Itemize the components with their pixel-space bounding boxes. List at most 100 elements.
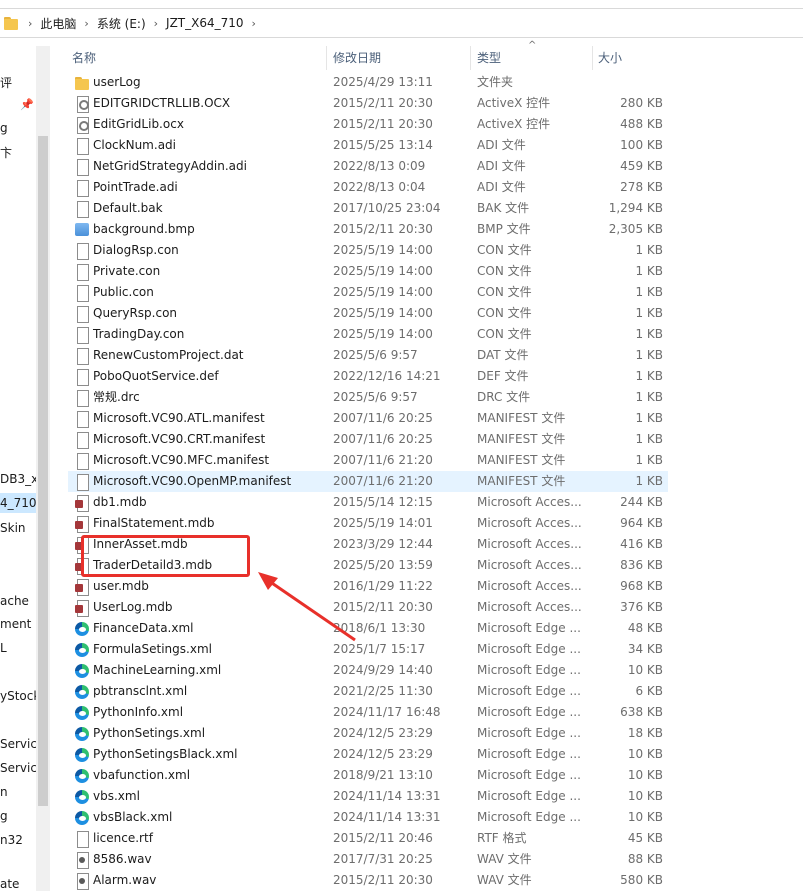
file-row[interactable]: Microsoft.VC90.OpenMP.manifest 2007/11/6 … [68, 471, 668, 492]
column-divider[interactable] [326, 46, 327, 70]
nav-item[interactable]: 4_710 [0, 493, 37, 513]
file-row[interactable]: db1.mdb 2015/5/14 12:15 Microsoft Acces...… [68, 492, 668, 513]
edge-icon [74, 684, 90, 700]
file-row[interactable]: background.bmp 2015/2/11 20:30 BMP 文件 2,305… [68, 219, 668, 240]
nav-item[interactable]: ache [0, 594, 29, 608]
nav-scrollbar-thumb[interactable] [38, 136, 48, 806]
breadcrumb[interactable]: › 此电脑 › 系统 (E:) › JZT_X64_710 › [0, 8, 803, 38]
column-name[interactable]: 名称 [68, 46, 328, 70]
column-divider[interactable] [470, 46, 471, 70]
nav-item[interactable]: 评 [0, 74, 12, 91]
file-type: MANIFEST 文件 [477, 411, 566, 425]
file-rows: userLog 2025/4/29 13:11 文件夹 EDITGRIDCTRLLIB… [68, 72, 803, 891]
edge-icon [74, 621, 90, 637]
file-date: 2025/5/19 14:00 [333, 264, 433, 278]
file-row[interactable]: FormulaSetings.xml 2025/1/7 15:17 Microsof… [68, 639, 668, 660]
nav-item[interactable]: ate [0, 877, 19, 891]
nav-item[interactable]: n [0, 785, 8, 799]
file-type: ActiveX 控件 [477, 96, 551, 110]
file-row[interactable]: user.mdb 2016/1/29 11:22 Microsoft Acces..… [68, 576, 668, 597]
file-row[interactable]: TradingDay.con 2025/5/19 14:00 CON 文件 1 KB [68, 324, 668, 345]
file-row[interactable]: userLog 2025/4/29 13:11 文件夹 [68, 72, 668, 93]
file-row[interactable]: Public.con 2025/5/19 14:00 CON 文件 1 KB [68, 282, 668, 303]
file-name: PythonSetings.xml [93, 726, 206, 740]
file-type: ADI 文件 [477, 138, 526, 152]
file-row[interactable]: NetGridStrategyAddin.adi 2022/8/13 0:09 AD… [68, 156, 668, 177]
file-row[interactable]: Microsoft.VC90.CRT.manifest 2007/11/6 20:… [68, 429, 668, 450]
file-type: Microsoft Edge ... [477, 663, 581, 677]
file-date: 2021/2/25 11:30 [333, 684, 433, 698]
file-row[interactable]: Default.bak 2017/10/25 23:04 BAK 文件 1,294 K… [68, 198, 668, 219]
file-row[interactable]: RenewCustomProject.dat 2025/5/6 9:57 DAT 文… [68, 345, 668, 366]
nav-scrollbar[interactable] [36, 46, 50, 891]
file-name: PoboQuotService.def [93, 369, 219, 383]
nav-item[interactable]: g [0, 121, 8, 135]
file-row[interactable]: licence.rtf 2015/2/11 20:46 RTF 格式 45 KB [68, 828, 668, 849]
file-row[interactable]: Private.con 2025/5/19 14:00 CON 文件 1 KB [68, 261, 668, 282]
breadcrumb-drive-e[interactable]: 系统 (E:) [97, 15, 146, 32]
file-date: 2007/11/6 20:25 [333, 432, 433, 446]
address-bar[interactable]: › 此电脑 › 系统 (E:) › JZT_X64_710 › [0, 0, 803, 46]
file-type: RTF 格式 [477, 831, 527, 845]
breadcrumb-this-pc[interactable]: 此电脑 [40, 15, 76, 32]
file-row[interactable]: vbafunction.xml 2018/9/21 13:10 Microsoft … [68, 765, 668, 786]
file-icon [74, 831, 90, 848]
file-row[interactable]: 常规.drc 2025/5/6 9:57 DRC 文件 1 KB [68, 387, 668, 408]
file-row[interactable]: Alarm.wav 2015/2/11 20:30 WAV 文件 580 KB [68, 870, 668, 891]
file-row[interactable]: 8586.wav 2017/7/31 20:25 WAV 文件 88 KB [68, 849, 668, 870]
file-row[interactable]: EDITGRIDCTRLLIB.OCX 2015/2/11 20:30 Active… [68, 93, 668, 114]
chevron-right-icon[interactable]: › [244, 17, 264, 30]
file-row[interactable]: vbsBlack.xml 2024/11/14 13:31 Microsoft Ed… [68, 807, 668, 828]
breadcrumb-folder[interactable]: JZT_X64_710 [166, 16, 243, 30]
edge-icon [74, 747, 90, 763]
nav-item[interactable]: 卞 [0, 144, 12, 161]
column-divider[interactable] [592, 46, 593, 70]
file-row[interactable]: PythonInfo.xml 2024/11/17 16:48 Microsoft … [68, 702, 668, 723]
file-row[interactable]: DialogRsp.con 2025/5/19 14:00 CON 文件 1 KB [68, 240, 668, 261]
file-row[interactable]: PoboQuotService.def 2022/12/16 14:21 DEF 文… [68, 366, 668, 387]
file-type: Microsoft Acces... [477, 600, 582, 614]
nav-item[interactable]: yStock [0, 689, 40, 703]
file-row[interactable]: pbtransclnt.xml 2021/2/25 11:30 Microsoft … [68, 681, 668, 702]
nav-item[interactable]: Servic [0, 737, 37, 751]
file-row[interactable]: MachineLearning.xml 2024/9/29 14:40 Micros… [68, 660, 668, 681]
file-size: 1 KB [635, 390, 663, 404]
file-row[interactable]: FinalStatement.mdb 2025/5/19 14:01 Microso… [68, 513, 668, 534]
pin-icon[interactable]: 📌 [20, 98, 34, 111]
file-row[interactable]: UserLog.mdb 2015/2/11 20:30 Microsoft Acce… [68, 597, 668, 618]
file-name: Public.con [93, 285, 154, 299]
file-date: 2015/5/25 13:14 [333, 138, 433, 152]
file-name: EditGridLib.ocx [93, 117, 184, 131]
file-list[interactable]: 名称 修改日期 类型 ^ 大小 userLog 2025/4/29 13:11 文件… [68, 40, 803, 891]
file-row[interactable]: Microsoft.VC90.MFC.manifest 2007/11/6 21:… [68, 450, 668, 471]
file-row[interactable]: Microsoft.VC90.ATL.manifest 2007/11/6 20:… [68, 408, 668, 429]
file-size: 836 KB [620, 558, 663, 572]
file-size: 638 KB [620, 705, 663, 719]
nav-item[interactable]: n32 [0, 833, 23, 847]
nav-item[interactable]: g [0, 809, 8, 823]
file-icon [74, 285, 90, 302]
nav-item[interactable]: L [0, 641, 7, 655]
chevron-right-icon[interactable]: › [76, 17, 96, 30]
file-row[interactable]: EditGridLib.ocx 2015/2/11 20:30 ActiveX 控件… [68, 114, 668, 135]
file-type: 文件夹 [477, 75, 514, 89]
nav-item[interactable]: ment [0, 617, 31, 631]
chevron-right-icon[interactable]: › [146, 17, 166, 30]
file-date: 2017/7/31 20:25 [333, 852, 433, 866]
file-type: Microsoft Edge ... [477, 726, 581, 740]
file-row[interactable]: PythonSetings.xml 2024/12/5 23:29 Microsof… [68, 723, 668, 744]
chevron-right-icon[interactable]: › [20, 17, 40, 30]
file-row[interactable]: ClockNum.adi 2015/5/25 13:14 ADI 文件 100 KB [68, 135, 668, 156]
file-row[interactable]: vbs.xml 2024/11/14 13:31 Microsoft Edge ..… [68, 786, 668, 807]
file-row[interactable]: PythonSetingsBlack.xml 2024/12/5 23:29 Mic… [68, 744, 668, 765]
file-type: Microsoft Edge ... [477, 684, 581, 698]
column-date[interactable]: 修改日期 [329, 46, 469, 70]
column-size[interactable]: 大小 [594, 46, 669, 70]
nav-item[interactable]: Skin [0, 521, 26, 535]
file-row[interactable]: FinanceData.xml 2018/6/1 13:30 Microsoft E… [68, 618, 668, 639]
nav-item[interactable]: Servic [0, 761, 37, 775]
file-row[interactable]: PointTrade.adi 2022/8/13 0:04 ADI 文件 278 KB [68, 177, 668, 198]
file-size: 1 KB [635, 411, 663, 425]
file-row[interactable]: QueryRsp.con 2025/5/19 14:00 CON 文件 1 KB [68, 303, 668, 324]
file-icon [74, 243, 90, 260]
